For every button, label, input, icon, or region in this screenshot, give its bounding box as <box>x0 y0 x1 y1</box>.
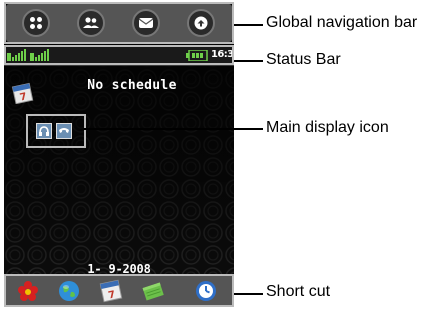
phone-handset-icon <box>56 123 72 139</box>
main-display-icons <box>26 114 86 148</box>
main-display-label: Main display icon <box>266 119 389 136</box>
schedule-status-text: No schedule <box>87 78 177 93</box>
shortcut-callout-line <box>234 293 263 295</box>
global-nav-label: Global navigation bar <box>266 14 418 31</box>
status-bar-callout-line <box>234 60 263 62</box>
headset-icon <box>36 123 52 139</box>
global-nav-highlight <box>4 2 234 44</box>
shortcut-label: Short cut <box>266 283 331 300</box>
status-bar-highlight <box>4 45 234 65</box>
shortcut-bar-highlight <box>4 274 234 307</box>
main-display-callout-line <box>84 128 263 130</box>
status-bar-label: Status Bar <box>266 51 341 68</box>
global-nav-callout-line <box>234 24 263 26</box>
